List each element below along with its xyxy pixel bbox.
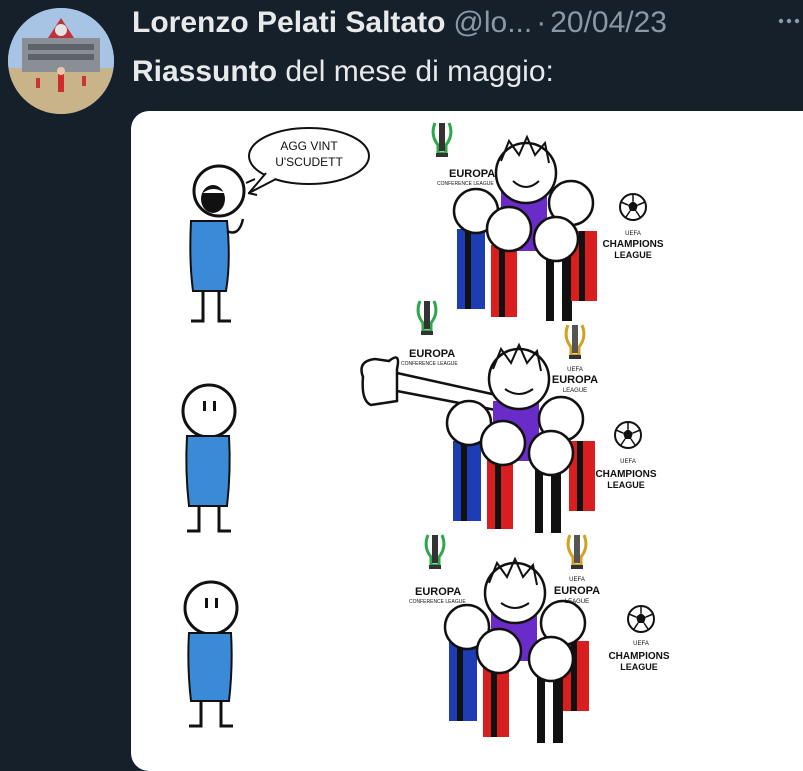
panel-2: EUROPA CONFERENCE LEAGUE UEFA EUROPA LEA… [181, 299, 657, 533]
avatar[interactable] [8, 8, 114, 114]
panel-1: AGG VINT U'SCUDETT EUROPA CONFERENCE LEA… [189, 121, 664, 323]
conference-logo-title-1: EUROPA [449, 168, 495, 180]
tweet-text-rest: del mese di maggio: [277, 55, 554, 88]
champions-uefa-2: UEFA [620, 459, 636, 465]
conference-logo-title-3: EUROPA [415, 586, 461, 598]
more-dots-icon[interactable] [777, 16, 801, 26]
europa-logo-title-2: EUROPA [552, 374, 598, 386]
ucl-starball-icon [614, 421, 642, 449]
laughing-group-1 [452, 134, 597, 321]
europa-league-trophy-icon [566, 533, 588, 571]
conference-logo-subtitle-1: CONFERENCE LEAGUE [437, 181, 494, 187]
speech-bubble: AGG VINT U'SCUDETT [248, 127, 370, 194]
conference-league-trophy-icon [424, 533, 446, 571]
ucl-starball-icon [627, 605, 655, 633]
speech-bubble-line2: U'SCUDETT [275, 155, 343, 169]
ucl-starball-icon [619, 193, 647, 221]
panel-3: EUROPA CONFERENCE LEAGUE UEFA EUROPA LEA… [183, 533, 670, 743]
europa-league-trophy-icon [564, 323, 586, 361]
champions-logo-subtitle-3: LEAGUE [620, 662, 658, 672]
tweet-text: Riassunto del mese di maggio: [132, 52, 554, 92]
champions-logo-title-1: CHAMPIONS [602, 239, 663, 250]
europa-logo-subtitle-2: LEAGUE [563, 388, 587, 394]
post-date[interactable]: 20/04/23 [550, 6, 667, 39]
champions-logo-subtitle-1: LEAGUE [614, 250, 652, 260]
tweet-header: Lorenzo Pelati Saltato @lo... · 20/04/23 [132, 6, 803, 40]
stadium-photo-avatar-icon [8, 8, 114, 114]
champions-logo-title-3: CHAMPIONS [608, 651, 669, 662]
separator-dot: · [536, 6, 547, 39]
conference-logo-subtitle-2: CONFERENCE LEAGUE [401, 361, 458, 367]
standing-figure-2 [181, 383, 237, 533]
europa-logo-subtitle-3: LEAGUE [565, 599, 589, 605]
conference-logo-title-2: EUROPA [409, 348, 455, 360]
champions-uefa-3: UEFA [633, 641, 649, 647]
conference-logo-subtitle-3: CONFERENCE LEAGUE [409, 599, 466, 605]
europa-uefa-2: UEFA [567, 367, 583, 373]
champions-logo-title-2: CHAMPIONS [595, 469, 656, 480]
conference-league-trophy-icon [431, 121, 453, 159]
tweet-text-bold: Riassunto [132, 55, 278, 88]
champions-logo-subtitle-2: LEAGUE [607, 480, 645, 490]
author-handle[interactable]: @lo... [453, 6, 532, 39]
conference-league-trophy-icon [416, 299, 438, 337]
europa-logo-title-3: EUROPA [554, 585, 600, 597]
standing-figure-3 [183, 580, 239, 728]
champions-uefa-1: UEFA [625, 231, 641, 237]
author-name[interactable]: Lorenzo Pelati Saltato [132, 6, 445, 39]
europa-uefa-3: UEFA [569, 577, 585, 583]
speech-bubble-line1: AGG VINT [280, 139, 338, 153]
tweet-media-image[interactable]: AGG VINT U'SCUDETT EUROPA CONFERENCE LEA… [131, 111, 803, 771]
shouting-figure [189, 164, 258, 323]
comic-illustration: AGG VINT U'SCUDETT EUROPA CONFERENCE LEA… [181, 121, 670, 743]
